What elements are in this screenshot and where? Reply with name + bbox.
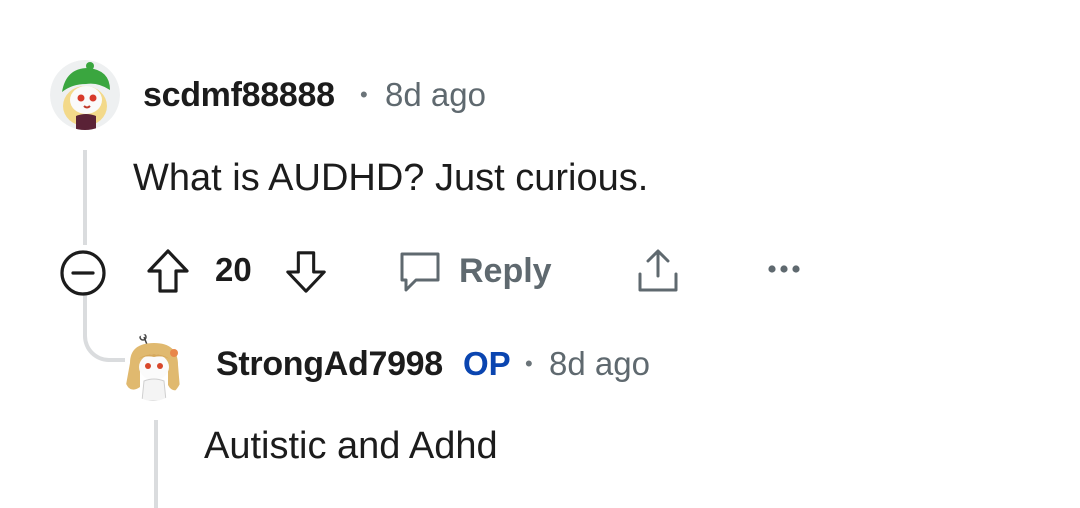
more-options-icon[interactable]: [765, 262, 805, 276]
share-icon[interactable]: [632, 246, 684, 298]
reply-button[interactable]: Reply: [397, 246, 552, 296]
op-badge: OP: [463, 345, 511, 382]
avatar[interactable]: [122, 333, 184, 401]
reply-label: Reply: [459, 251, 552, 290]
comment-timestamp: 8d ago: [385, 76, 486, 113]
reply-timestamp: 8d ago: [549, 345, 650, 382]
upvote-icon[interactable]: [144, 247, 192, 295]
thread-connector: [83, 292, 125, 362]
vote-score: 20: [215, 251, 252, 288]
downvote-icon[interactable]: [283, 249, 329, 295]
comment-username[interactable]: scdmf88888: [143, 76, 335, 115]
reply-thread-line: [154, 420, 158, 508]
reply-bubble-icon: [397, 248, 443, 294]
reply-username[interactable]: StrongAd7998: [216, 345, 443, 384]
thread-line: [83, 150, 87, 245]
reply-body: Autistic and Adhd: [204, 425, 498, 467]
meta-separator: •: [525, 351, 533, 376]
avatar[interactable]: [50, 60, 120, 130]
collapse-icon[interactable]: [57, 247, 109, 299]
meta-separator: •: [360, 82, 368, 107]
comment-body: What is AUDHD? Just curious.: [133, 157, 649, 199]
